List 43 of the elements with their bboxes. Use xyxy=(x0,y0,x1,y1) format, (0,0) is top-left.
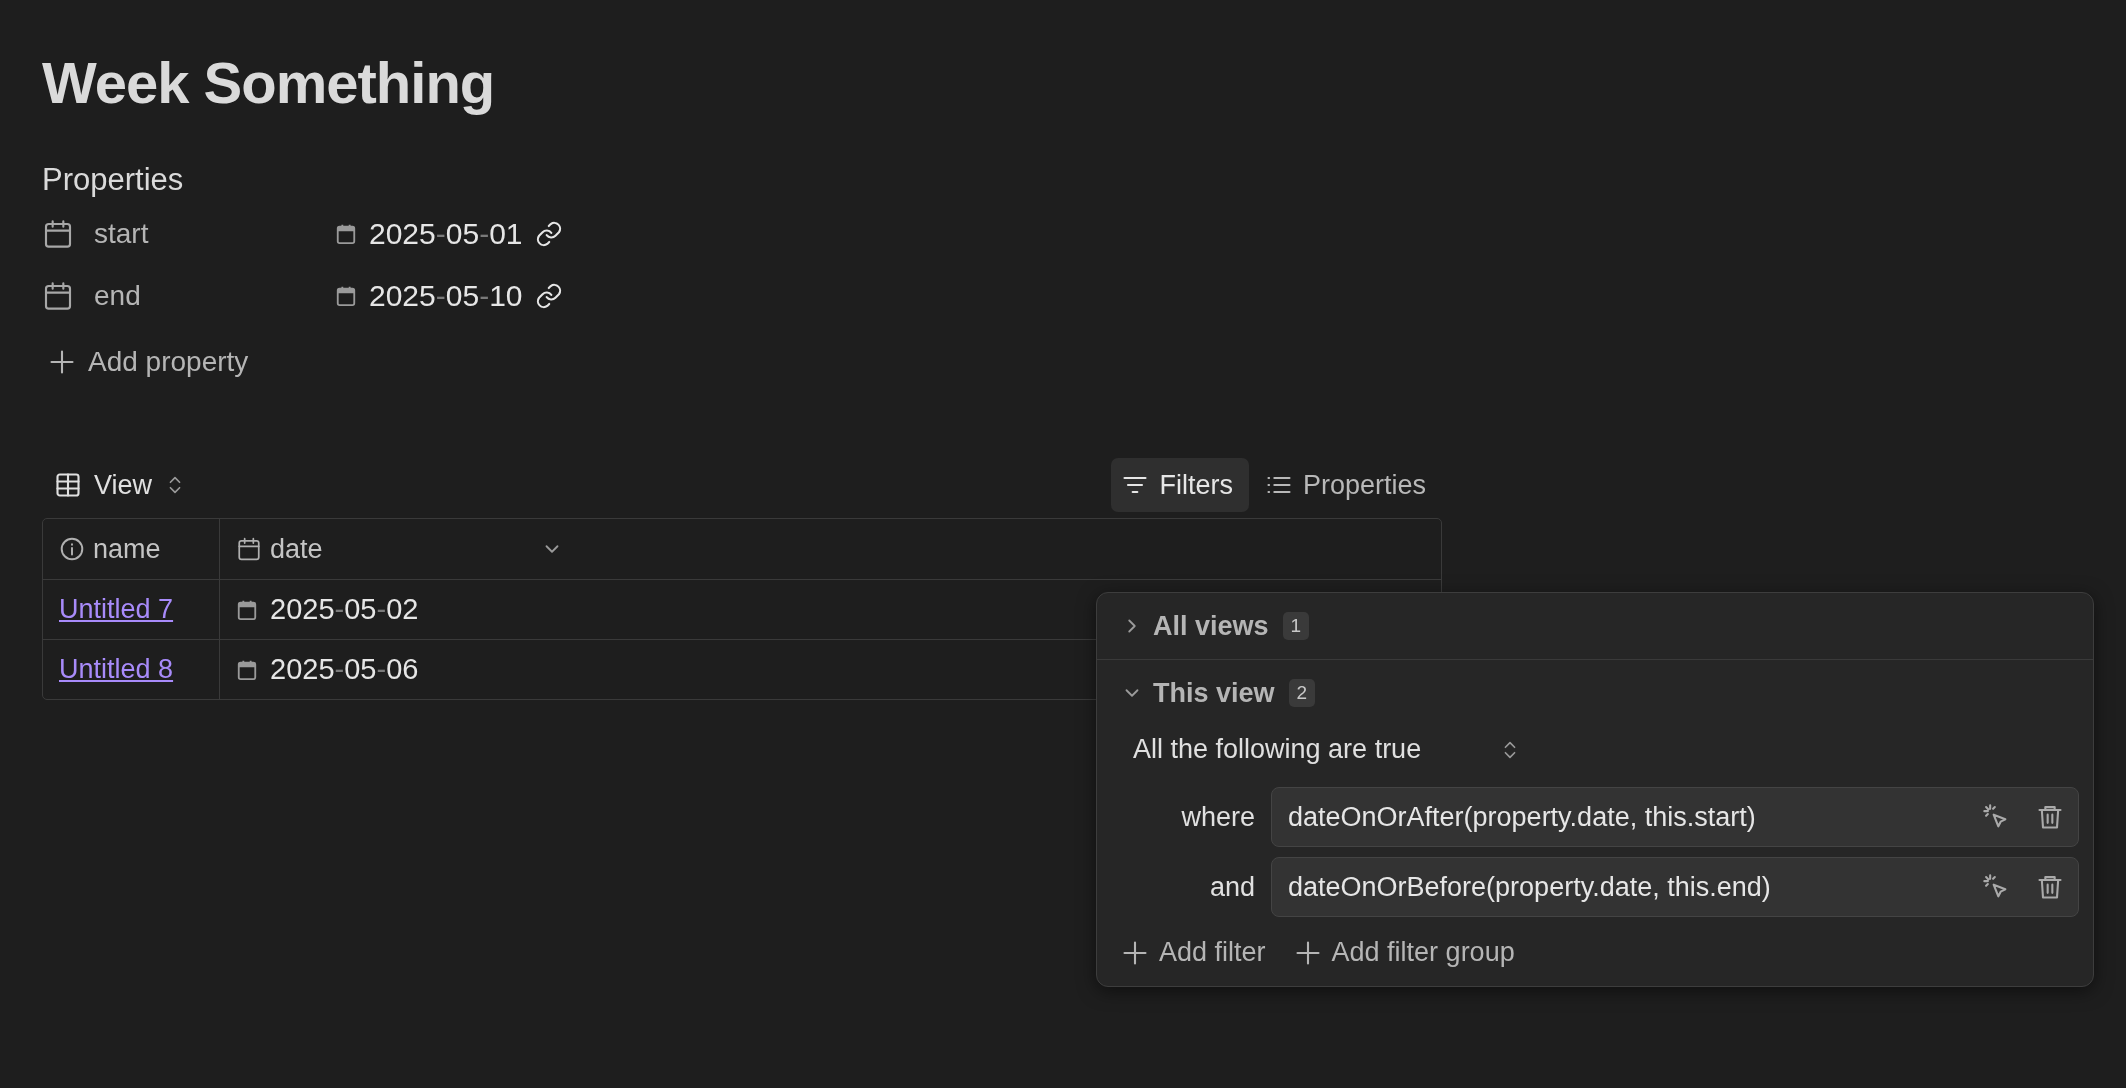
count-badge: 2 xyxy=(1288,679,1316,707)
column-label: date xyxy=(270,533,323,565)
mode-selector[interactable]: All the following are true xyxy=(1133,734,1522,765)
date-cell: 2025-05-02 xyxy=(270,593,419,626)
calendar-icon xyxy=(236,536,262,562)
section-heading: Properties xyxy=(42,162,185,198)
filter-joiner: and xyxy=(1208,871,1255,903)
table-icon xyxy=(54,471,82,499)
plus-icon xyxy=(48,348,76,376)
link-icon[interactable] xyxy=(534,282,563,310)
calendar-icon xyxy=(236,598,258,621)
calendar-icon xyxy=(335,285,357,307)
column-label: name xyxy=(93,533,161,565)
page-title: Week Something xyxy=(42,49,496,117)
filter-expression-field[interactable]: dateOnOrBefore(property.date, this.end) xyxy=(1271,857,2079,917)
property-value: 2025-05-01 xyxy=(369,217,523,251)
date-cell: 2025-05-06 xyxy=(270,653,419,686)
calendar-icon xyxy=(42,279,74,313)
filter-expression-field[interactable]: dateOnOrAfter(property.date, this.start) xyxy=(1271,787,2079,847)
section-toggle[interactable]: All views xyxy=(1121,610,1269,642)
info-icon xyxy=(59,536,85,562)
calendar-icon xyxy=(335,223,357,245)
calendar-icon xyxy=(236,658,258,681)
property-value: 2025-05-10 xyxy=(369,279,523,313)
property-name[interactable]: start xyxy=(94,218,149,250)
note-link[interactable]: Untitled 8 xyxy=(59,654,174,685)
column-header[interactable]: date xyxy=(220,519,1441,579)
property-name[interactable]: end xyxy=(94,280,141,312)
link-icon[interactable] xyxy=(534,220,563,248)
count-badge: 1 xyxy=(1282,612,1310,640)
section-toggle[interactable]: This view xyxy=(1121,677,1275,709)
add-property-button[interactable]: Add property xyxy=(48,346,249,378)
view-selector[interactable]: View xyxy=(54,469,187,501)
note-link[interactable]: Untitled 7 xyxy=(59,594,174,625)
trash-icon[interactable] xyxy=(2036,803,2064,831)
filters-button[interactable]: Filters xyxy=(1111,458,1249,512)
column-header[interactable]: name xyxy=(43,519,220,579)
add-filter-button[interactable]: Add filter xyxy=(1121,937,1266,968)
properties-button[interactable]: Properties xyxy=(1254,458,1442,512)
add-filter-group-button[interactable]: Add filter group xyxy=(1293,937,1515,968)
trash-icon[interactable] xyxy=(2036,873,2064,901)
calendar-icon xyxy=(42,217,74,251)
filter-joiner: where xyxy=(1180,801,1255,833)
